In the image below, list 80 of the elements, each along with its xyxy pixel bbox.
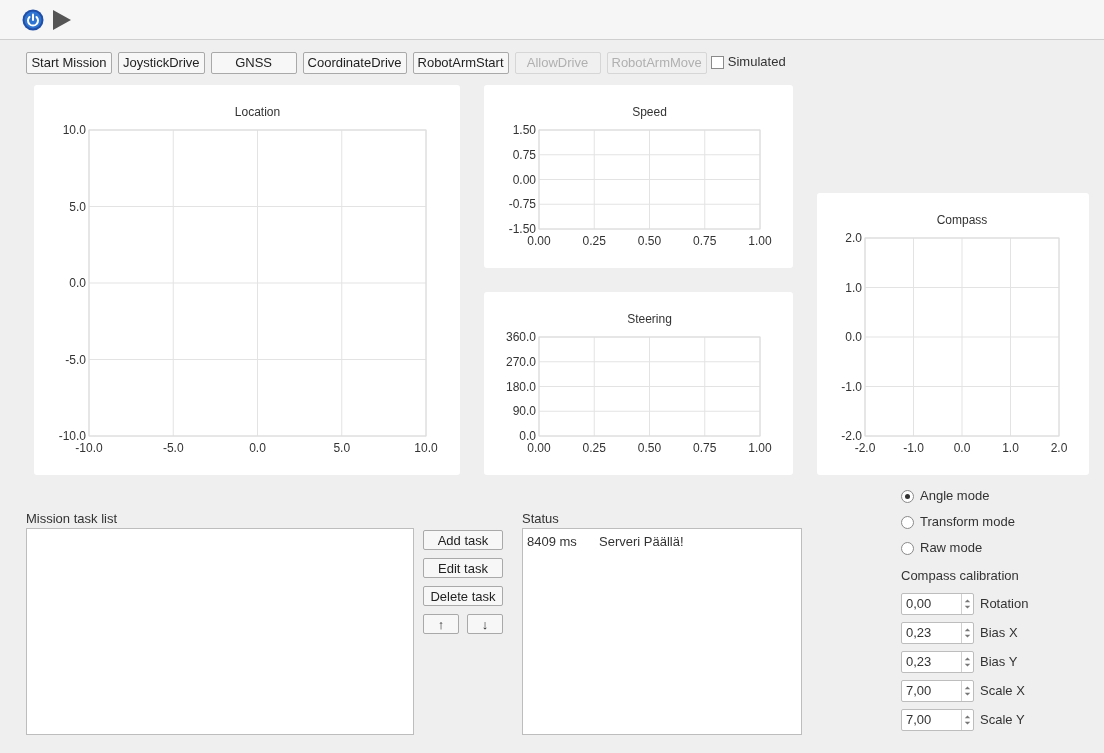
tick-label: 90.0 xyxy=(512,404,536,419)
tick-label: -1.50 xyxy=(508,222,536,236)
simulated-checkbox[interactable]: Simulated xyxy=(710,52,786,72)
field-label: Bias X xyxy=(980,624,1018,643)
field-label: Bias Y xyxy=(980,653,1018,672)
tick-label: 0.75 xyxy=(693,441,717,455)
tick-label: 0.75 xyxy=(693,234,717,248)
tick-label: 0.0 xyxy=(845,330,862,344)
tick-label: -0.75 xyxy=(508,197,536,212)
tick-label: -10.0 xyxy=(75,441,103,455)
tick-label: -2.0 xyxy=(854,441,876,455)
move-button[interactable]: ↓ xyxy=(467,614,503,634)
tick-label: 2.0 xyxy=(845,231,862,245)
section-label: Mission task list xyxy=(26,510,119,528)
tick-label: 1.0 xyxy=(1002,441,1019,455)
tick-label: 180.0 xyxy=(505,379,536,394)
tick-label: 10.0 xyxy=(414,441,438,455)
tick-label: 5.0 xyxy=(69,199,86,214)
field-label: Rotation xyxy=(980,595,1029,614)
tick-label: 0.75 xyxy=(512,147,536,162)
chart-title: Compass xyxy=(936,213,988,227)
spin-arrows-icon[interactable] xyxy=(961,710,973,730)
spin-arrows-icon[interactable] xyxy=(961,594,973,614)
tick-label: 270.0 xyxy=(505,354,536,369)
tick-label: -5.0 xyxy=(65,352,86,367)
tick-label: 1.50 xyxy=(512,123,536,137)
spin-arrows-icon[interactable] xyxy=(961,681,973,701)
power-icon[interactable] xyxy=(22,8,44,31)
action-button[interactable]: CoordinateDrive xyxy=(302,52,407,74)
action-button[interactable]: JoystickDrive xyxy=(118,52,205,74)
task-button[interactable]: Add task xyxy=(423,530,503,550)
move-button[interactable]: ↑ xyxy=(423,614,459,634)
mode-radio[interactable]: Transform mode xyxy=(901,512,1029,532)
field-label: Scale X xyxy=(980,682,1025,701)
tick-label: 0.0 xyxy=(69,276,86,290)
tick-label: 10.0 xyxy=(62,123,86,137)
action-button[interactable]: Start Mission xyxy=(26,52,112,74)
tick-label: 1.00 xyxy=(748,441,772,455)
tick-label: 1.00 xyxy=(748,234,772,248)
mode-radio[interactable]: Raw mode xyxy=(901,538,1029,558)
chart-title: Speed xyxy=(632,105,667,119)
tick-label: -2.0 xyxy=(841,429,862,443)
spin-arrows-icon[interactable] xyxy=(961,652,973,672)
mode-radio[interactable]: Angle mode xyxy=(901,486,1029,506)
tick-label: 0.25 xyxy=(582,441,606,455)
spin-box[interactable]: 0,23 xyxy=(901,622,974,644)
action-button[interactable]: RobotArmStart xyxy=(412,52,509,74)
tick-label: 0.50 xyxy=(637,441,662,455)
section-label: Compass calibration xyxy=(901,567,1020,585)
tick-label: -1.0 xyxy=(903,441,924,455)
tick-label: 0.00 xyxy=(527,234,551,248)
tick-label: -10.0 xyxy=(58,429,86,443)
tick-label: -5.0 xyxy=(162,441,184,455)
section-label: Status xyxy=(522,510,560,528)
task-button[interactable]: Delete task xyxy=(423,586,503,606)
chart-title: Location xyxy=(234,105,281,119)
log-message: Serveri Päällä! xyxy=(599,533,684,551)
tick-label: 360.0 xyxy=(505,330,536,344)
tick-label: 0.0 xyxy=(953,441,971,455)
tick-label: 0.25 xyxy=(582,234,606,248)
spin-arrows-icon[interactable] xyxy=(961,623,973,643)
spin-box[interactable]: 7,00 xyxy=(901,709,974,731)
tick-label: 2.0 xyxy=(1050,441,1068,455)
action-button[interactable]: GNSS xyxy=(210,52,297,74)
task-button[interactable]: Edit task xyxy=(423,558,503,578)
spin-box[interactable]: 7,00 xyxy=(901,680,974,702)
tick-label: -1.0 xyxy=(841,379,862,394)
spin-box[interactable]: 0,00 xyxy=(901,593,974,615)
tick-label: 0.50 xyxy=(637,234,662,248)
spin-box[interactable]: 0,23 xyxy=(901,651,974,673)
tick-label: 0.00 xyxy=(527,441,551,455)
play-icon[interactable] xyxy=(52,8,72,31)
tick-label: 0.0 xyxy=(249,441,266,455)
field-label: Scale Y xyxy=(980,711,1025,730)
tick-label: 5.0 xyxy=(333,441,351,455)
tick-label: 1.0 xyxy=(845,280,862,295)
tick-label: 0.00 xyxy=(512,172,536,187)
chart-title: Steering xyxy=(627,312,672,326)
log-time: 8409 ms xyxy=(527,533,578,551)
tick-label: 0.0 xyxy=(519,429,536,443)
